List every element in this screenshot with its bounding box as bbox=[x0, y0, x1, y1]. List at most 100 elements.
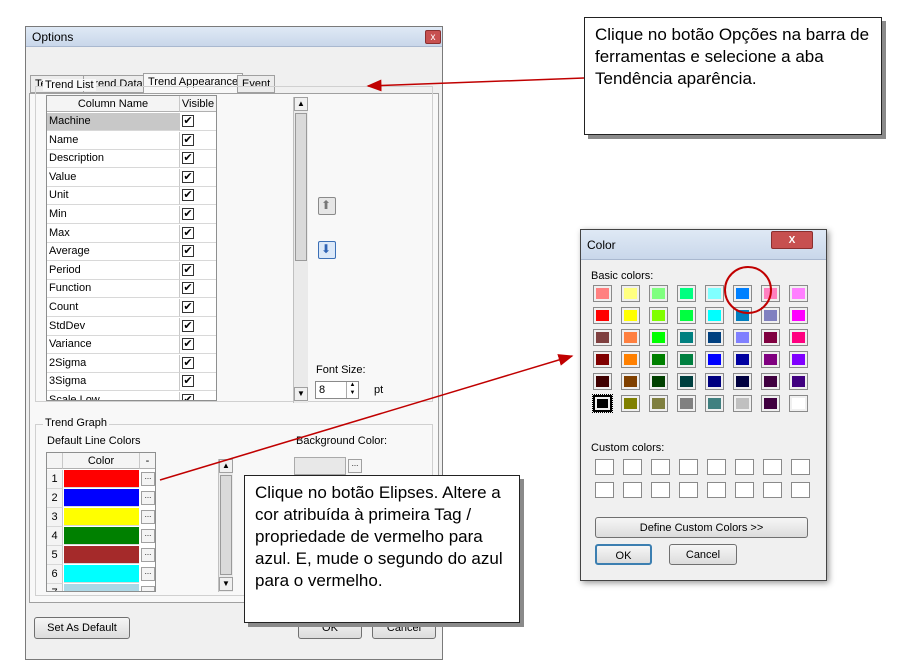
basic-color-swatch[interactable] bbox=[621, 351, 640, 368]
custom-color-swatch[interactable] bbox=[623, 459, 642, 475]
color-close-button[interactable]: X bbox=[771, 231, 813, 249]
scroll-thumb[interactable] bbox=[295, 113, 307, 261]
font-size-spinner[interactable]: 8 ▲ ▼ bbox=[315, 381, 359, 399]
table-row[interactable]: Max ✔ bbox=[47, 224, 216, 243]
column-name-cell[interactable]: Period bbox=[47, 261, 180, 280]
column-header-name[interactable]: Column Name bbox=[47, 96, 180, 112]
line-colors-grid[interactable]: Color - 1...2...3...4...5...6...7... bbox=[46, 452, 156, 592]
ellipsis-button[interactable]: ... bbox=[141, 567, 155, 581]
basic-color-swatch[interactable] bbox=[789, 351, 808, 368]
custom-color-swatch[interactable] bbox=[735, 459, 754, 475]
column-name-cell[interactable]: Function bbox=[47, 280, 180, 299]
basic-color-swatch[interactable] bbox=[593, 351, 612, 368]
column-name-cell[interactable]: 3Sigma bbox=[47, 373, 180, 392]
visible-checkbox[interactable]: ✔ bbox=[182, 263, 194, 276]
basic-color-swatch[interactable] bbox=[733, 329, 752, 346]
custom-color-swatch[interactable] bbox=[679, 482, 698, 498]
basic-color-swatch[interactable] bbox=[761, 351, 780, 368]
basic-color-swatch[interactable] bbox=[789, 285, 808, 302]
basic-color-swatch[interactable] bbox=[705, 373, 724, 390]
ellipsis-button[interactable]: ... bbox=[141, 510, 155, 524]
basic-color-swatch[interactable] bbox=[761, 307, 780, 324]
basic-color-swatch[interactable] bbox=[621, 395, 640, 412]
line-color-swatch[interactable] bbox=[64, 546, 139, 564]
column-name-cell[interactable]: 2Sigma bbox=[47, 354, 180, 373]
trend-list-grid[interactable]: Column Name Visible Machine ✔ Name ✔ Descrip… bbox=[46, 95, 217, 401]
visible-checkbox[interactable]: ✔ bbox=[182, 115, 194, 127]
spin-up-icon[interactable]: ▲ bbox=[346, 382, 358, 390]
basic-color-swatch[interactable] bbox=[761, 329, 780, 346]
basic-color-swatch[interactable] bbox=[677, 373, 696, 390]
column-name-cell[interactable]: Max bbox=[47, 224, 180, 243]
basic-color-swatch[interactable] bbox=[733, 351, 752, 368]
basic-color-swatch[interactable] bbox=[761, 373, 780, 390]
visible-checkbox[interactable]: ✔ bbox=[182, 338, 194, 351]
visible-checkbox[interactable]: ✔ bbox=[182, 375, 194, 388]
line-color-swatch[interactable] bbox=[64, 565, 139, 583]
visible-checkbox[interactable]: ✔ bbox=[182, 152, 194, 165]
basic-color-swatch[interactable] bbox=[649, 329, 668, 346]
table-row[interactable]: Function ✔ bbox=[47, 280, 216, 299]
basic-color-swatch[interactable] bbox=[733, 395, 752, 412]
custom-color-swatch[interactable] bbox=[763, 459, 782, 475]
basic-color-swatch[interactable] bbox=[705, 351, 724, 368]
scroll-down-button[interactable]: ▼ bbox=[294, 387, 308, 401]
custom-color-swatch[interactable] bbox=[763, 482, 782, 498]
color-row[interactable]: 1... bbox=[47, 470, 155, 489]
basic-color-swatch[interactable] bbox=[621, 373, 640, 390]
color-row[interactable]: 7... bbox=[47, 584, 155, 591]
column-name-cell[interactable]: Value bbox=[47, 168, 180, 187]
basic-color-swatch[interactable] bbox=[593, 285, 612, 302]
custom-color-swatch[interactable] bbox=[707, 459, 726, 475]
visible-checkbox[interactable]: ✔ bbox=[182, 394, 194, 400]
basic-color-swatch[interactable] bbox=[592, 394, 613, 413]
background-color-ellipsis[interactable]: ... bbox=[348, 459, 362, 473]
column-name-cell[interactable]: Count bbox=[47, 299, 180, 317]
basic-color-swatch[interactable] bbox=[677, 307, 696, 324]
basic-color-swatch[interactable] bbox=[677, 395, 696, 412]
basic-color-swatch[interactable] bbox=[677, 329, 696, 346]
colors-scroll-up-button[interactable]: ▲ bbox=[219, 459, 233, 473]
color-row[interactable]: 2... bbox=[47, 489, 155, 508]
column-name-cell[interactable]: Name bbox=[47, 131, 180, 150]
custom-color-swatch[interactable] bbox=[595, 459, 614, 475]
table-row[interactable]: 2Sigma ✔ bbox=[47, 354, 216, 373]
basic-color-swatch[interactable] bbox=[649, 373, 668, 390]
visible-checkbox[interactable]: ✔ bbox=[182, 319, 194, 332]
custom-color-swatch[interactable] bbox=[595, 482, 614, 498]
basic-color-swatch[interactable] bbox=[649, 285, 668, 302]
basic-color-swatch[interactable] bbox=[621, 307, 640, 324]
column-name-cell[interactable]: Scale Low bbox=[47, 392, 180, 400]
basic-color-swatch[interactable] bbox=[677, 285, 696, 302]
column-header-dash[interactable]: - bbox=[140, 453, 155, 469]
basic-color-swatch[interactable] bbox=[593, 373, 612, 390]
color-row[interactable]: 5... bbox=[47, 546, 155, 565]
table-row[interactable]: Scale Low ✔ bbox=[47, 392, 216, 400]
table-row[interactable]: Average ✔ bbox=[47, 243, 216, 262]
basic-color-swatch[interactable] bbox=[789, 373, 808, 390]
visible-checkbox[interactable]: ✔ bbox=[182, 301, 194, 313]
ellipsis-button[interactable]: ... bbox=[141, 472, 155, 486]
table-row[interactable]: Count ✔ bbox=[47, 299, 216, 317]
define-custom-colors-button[interactable]: Define Custom Colors >> bbox=[595, 517, 808, 538]
move-down-button[interactable]: ⬇ bbox=[318, 241, 336, 259]
line-color-swatch[interactable] bbox=[64, 584, 139, 591]
basic-color-swatch[interactable] bbox=[621, 329, 640, 346]
move-up-button[interactable]: ⬆ bbox=[318, 197, 336, 215]
visible-checkbox[interactable]: ✔ bbox=[182, 356, 194, 369]
table-row[interactable]: 3Sigma ✔ bbox=[47, 373, 216, 392]
set-as-default-button[interactable]: Set As Default bbox=[34, 617, 130, 639]
column-name-cell[interactable]: Variance bbox=[47, 336, 180, 355]
basic-color-swatch[interactable] bbox=[677, 351, 696, 368]
table-row[interactable]: StdDev ✔ bbox=[47, 317, 216, 336]
background-color-swatch[interactable] bbox=[294, 457, 346, 475]
table-row[interactable]: Min ✔ bbox=[47, 206, 216, 224]
color-ok-button[interactable]: OK bbox=[595, 544, 652, 565]
basic-color-swatch[interactable] bbox=[649, 351, 668, 368]
ellipsis-button[interactable]: ... bbox=[141, 586, 155, 591]
color-row[interactable]: 4... bbox=[47, 527, 155, 546]
basic-color-swatch[interactable] bbox=[761, 395, 780, 412]
colors-scroll-down-button[interactable]: ▼ bbox=[219, 577, 233, 591]
basic-color-swatch[interactable] bbox=[733, 373, 752, 390]
visible-checkbox[interactable]: ✔ bbox=[182, 282, 194, 295]
